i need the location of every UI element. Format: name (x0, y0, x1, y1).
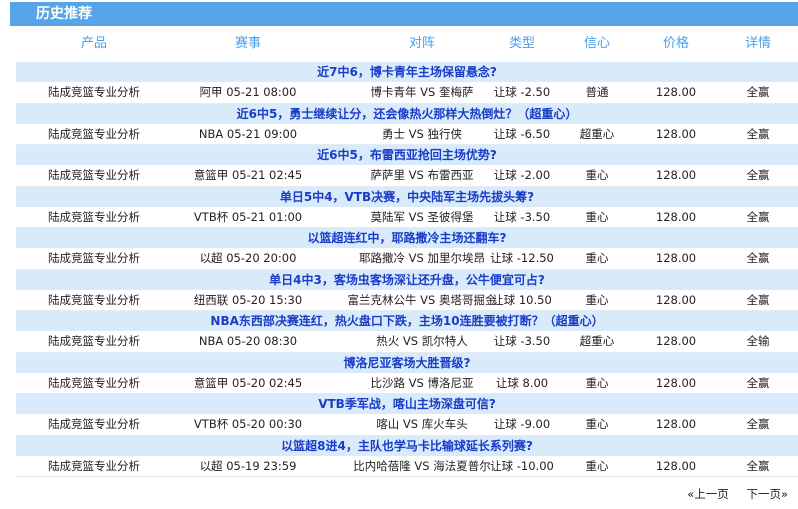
result-cell: 全输 (746, 334, 770, 348)
column-header-price: 价格 (662, 36, 689, 51)
recommendation-headline-link[interactable]: 以篮超连红中，耶路撒冷主场还翻车? (16, 228, 798, 248)
bet-type-cell: 让球 -12.50 (490, 251, 554, 265)
confidence-cell: 重心 (585, 209, 609, 224)
product-cell: 陆成竞篮专业分析 (48, 85, 140, 99)
confidence-cell: 超重心 (579, 334, 615, 348)
result-cell: 全赢 (746, 417, 770, 431)
result-cell: 全赢 (746, 375, 770, 390)
recommendation-headline-link[interactable]: 以篮超8进4，主队也学马卡比输球延长系列赛? (16, 435, 798, 456)
confidence-cell: 重心 (585, 168, 609, 182)
product-cell: 陆成竞篮专业分析 (48, 375, 140, 390)
price-cell: 128.00 (655, 417, 697, 431)
match-cell: 阿甲 05-21 08:00 (199, 85, 297, 99)
recommendation-headline-link[interactable]: 博洛尼亚客场大胜晋级? (16, 352, 798, 373)
recommendation-headline-link[interactable]: 单日4中3，客场虫客场深让还升盘，公牛便宜可占? (16, 269, 798, 290)
section-header: 历史推荐 (10, 2, 798, 26)
column-header-type: 类型 (508, 36, 535, 51)
match-cell: 以超 05-20 20:00 (199, 251, 297, 265)
price-cell: 128.00 (655, 292, 697, 307)
column-header-confidence: 信心 (583, 36, 610, 51)
column-header-product: 产品 (80, 36, 107, 51)
result-cell: 全赢 (746, 292, 770, 307)
column-header-detail: 详情 (744, 36, 771, 51)
bet-type-cell: 让球 -10.00 (490, 458, 554, 473)
history-panel: 历史推荐 产品 赛事 对阵 类型 信心 价格 详情 近7中6，博卡青年主场保留悬… (0, 0, 798, 509)
result-cell: 全赢 (746, 168, 770, 182)
table-row: 陆成竞篮专业分析 NBA 05-20 08:30 热火 VS 凯尔特人 让球 -3.5… (16, 331, 798, 353)
match-cell: 意篮甲 05-20 02:45 (193, 375, 303, 390)
price-cell: 128.00 (655, 85, 697, 99)
table-row: 陆成竞篮专业分析 VTB杯 05-20 00:30 喀山 VS 库火车头 让球 -9.… (16, 414, 798, 436)
table-row: 陆成竞篮专业分析 以超 05-20 20:00 耶路撒冷 VS 加里尔埃昂 让球 -1… (16, 248, 798, 270)
confidence-cell: 普通 (585, 85, 609, 99)
bet-type-cell: 让球 -3.50 (493, 209, 551, 224)
match-cell: 意篮甲 05-21 02:45 (193, 168, 303, 182)
confidence-cell: 重心 (585, 251, 609, 265)
result-cell: 全赢 (746, 209, 770, 224)
product-cell: 陆成竞篮专业分析 (48, 126, 140, 141)
price-cell: 128.00 (655, 168, 697, 182)
recommendation-headline-link[interactable]: 近7中6，博卡青年主场保留悬念? (16, 62, 798, 82)
table-row: 陆成竞篮专业分析 意篮甲 05-21 02:45 萨萨里 VS 布雷西亚 让球 -2.… (16, 165, 798, 187)
table-header: 产品 赛事 对阵 类型 信心 价格 详情 (16, 26, 798, 62)
next-page-link[interactable]: 下一页» (746, 487, 788, 501)
table-row: 陆成竞篮专业分析 纽西联 05-20 15:30 富兰克林公牛 VS 奥塔哥掘金 让球… (16, 289, 798, 311)
table-row: 陆成竞篮专业分析 NBA 05-21 09:00 勇士 VS 独行侠 让球 -6.50… (16, 123, 798, 145)
recommendation-headline-link[interactable]: 近6中5，勇士继续让分，还会像热火那样大热倒灶？（超重心） (16, 103, 798, 124)
bet-type-cell: 让球 -2.50 (493, 85, 551, 99)
price-cell: 128.00 (655, 375, 697, 390)
price-cell: 128.00 (655, 209, 697, 224)
product-cell: 陆成竞篮专业分析 (48, 334, 140, 348)
product-cell: 陆成竞篮专业分析 (48, 209, 140, 224)
result-cell: 全赢 (746, 126, 770, 141)
bet-type-cell: 让球 -9.00 (493, 417, 551, 431)
table-row: 陆成竞篮专业分析 VTB杯 05-21 01:00 莫陆军 VS 圣彼得堡 让球 -3… (16, 206, 798, 228)
price-cell: 128.00 (655, 334, 697, 348)
result-cell: 全赢 (746, 85, 770, 99)
match-cell: NBA 05-21 09:00 (198, 126, 298, 141)
price-cell: 128.00 (655, 251, 697, 265)
section-title: 历史推荐 (36, 6, 92, 22)
bet-type-cell: 让球 -6.50 (493, 126, 551, 141)
table-row: 陆成竞篮专业分析 以超 05-19 23:59 比内哈蓓隆 VS 海法夏普尔 让球 -… (16, 455, 798, 477)
result-cell: 全赢 (746, 251, 770, 265)
match-cell: 以超 05-19 23:59 (199, 458, 297, 473)
price-cell: 128.00 (655, 458, 697, 473)
match-cell: NBA 05-20 08:30 (198, 334, 298, 348)
confidence-cell: 重心 (585, 458, 609, 473)
recommendation-list: 近7中6，博卡青年主场保留悬念? 陆成竞篮专业分析 阿甲 05-21 08:00 博卡… (16, 62, 798, 477)
confidence-cell: 重心 (585, 375, 609, 390)
recommendation-headline-link[interactable]: 近6中5，布雷西亚抢回主场优势? (16, 145, 798, 165)
table-row: 陆成竞篮专业分析 意篮甲 05-20 02:45 比沙路 VS 博洛尼亚 让球 8.0… (16, 372, 798, 394)
confidence-cell: 超重心 (579, 126, 615, 141)
recommendation-headline-link[interactable]: NBA东西部决赛连红，热火盘口下跌，主场10连胜要被打断？（超重心） (16, 311, 798, 331)
bet-type-cell: 让球 -2.00 (493, 168, 551, 182)
product-cell: 陆成竞篮专业分析 (48, 458, 140, 473)
product-cell: 陆成竞篮专业分析 (48, 292, 140, 307)
result-cell: 全赢 (746, 458, 770, 473)
confidence-cell: 重心 (585, 292, 609, 307)
confidence-cell: 重心 (585, 417, 609, 431)
match-cell: VTB杯 05-21 01:00 (193, 209, 303, 224)
pagination: «上一页 下一页» (673, 486, 788, 502)
bet-type-cell: 让球 10.50 (492, 292, 552, 307)
match-cell: 纽西联 05-20 15:30 (193, 292, 303, 307)
product-cell: 陆成竞篮专业分析 (48, 168, 140, 182)
product-cell: 陆成竞篮专业分析 (48, 417, 140, 431)
bet-type-cell: 让球 -3.50 (493, 334, 551, 348)
column-header-match: 赛事 (234, 36, 261, 51)
table-row: 陆成竞篮专业分析 阿甲 05-21 08:00 博卡青年 VS 奎梅萨 让球 -2.5… (16, 82, 798, 104)
recommendation-headline-link[interactable]: 单日5中4，VTB决赛，中央陆军主场先拔头筹? (16, 186, 798, 207)
product-cell: 陆成竞篮专业分析 (48, 251, 140, 265)
price-cell: 128.00 (655, 126, 697, 141)
prev-page-link[interactable]: «上一页 (687, 487, 729, 501)
match-cell: VTB杯 05-20 00:30 (193, 417, 303, 431)
bet-type-cell: 让球 8.00 (495, 375, 549, 390)
recommendation-headline-link[interactable]: VTB季军战，喀山主场深盘可信? (16, 394, 798, 414)
